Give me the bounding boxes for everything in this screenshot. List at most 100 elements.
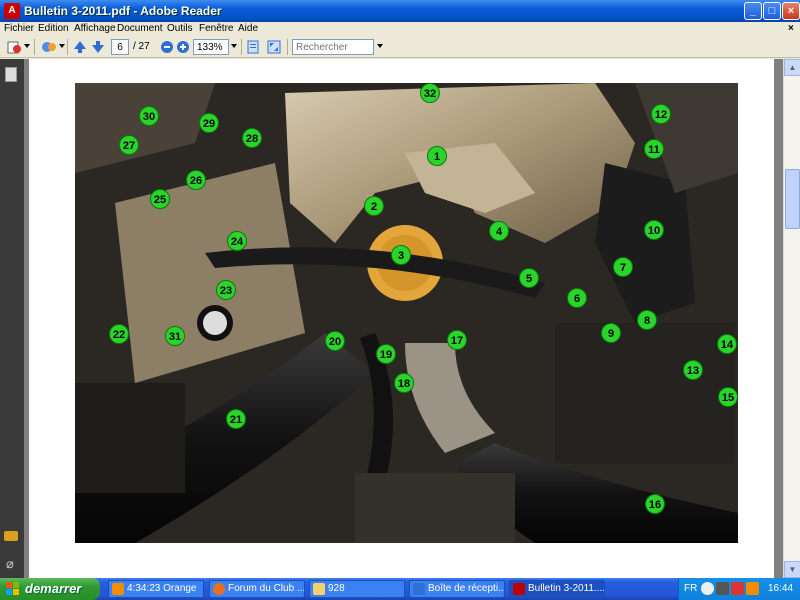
callout-11: 11	[644, 139, 664, 159]
scroll-thumb[interactable]	[785, 169, 800, 229]
callout-6: 6	[567, 288, 587, 308]
maximize-button[interactable]: □	[763, 2, 781, 20]
collaborate-icon[interactable]	[41, 39, 57, 55]
pdf-page: 1 2 3 4 5 6 7 8 9 10 11 12 13 14 15 16 1…	[29, 59, 774, 578]
callout-15: 15	[718, 387, 738, 407]
callout-28: 28	[242, 128, 262, 148]
callout-5: 5	[519, 268, 539, 288]
callout-22: 22	[109, 324, 129, 344]
menu-document[interactable]: Document	[117, 23, 163, 34]
callout-8: 8	[637, 310, 657, 330]
callout-25: 25	[150, 189, 170, 209]
toolbar-separator	[241, 39, 242, 55]
taskbar-item-firefox[interactable]: Forum du Club ...	[209, 580, 305, 598]
collaborate-dropdown-icon[interactable]	[59, 44, 65, 48]
zoom-in-icon[interactable]	[175, 39, 191, 55]
callout-14: 14	[717, 334, 737, 354]
mail-icon	[413, 583, 425, 595]
toolbar: / 27	[0, 36, 800, 58]
callout-30: 30	[139, 106, 159, 126]
taskbar-item-label: 928	[328, 583, 345, 594]
adobe-reader-icon	[513, 583, 525, 595]
search-input[interactable]	[292, 39, 374, 55]
title-bar[interactable]: A Bulletin 3-2011.pdf - Adobe Reader _ □…	[0, 0, 800, 22]
taskbar-item-mail[interactable]: Boîte de récepti...	[409, 580, 505, 598]
callout-24: 24	[227, 231, 247, 251]
callout-32: 32	[420, 83, 440, 103]
antivirus-icon[interactable]	[731, 582, 744, 595]
start-button[interactable]: demarrer	[0, 578, 100, 600]
previous-page-icon[interactable]	[72, 39, 88, 55]
taskbar-item-folder[interactable]: 928	[309, 580, 405, 598]
close-button[interactable]: ×	[782, 2, 800, 20]
taskbar-item-label: 4:34:23 Orange	[127, 583, 197, 594]
page-number-input[interactable]	[111, 39, 129, 55]
menu-edition[interactable]: Edition	[38, 23, 69, 34]
callout-31: 31	[165, 326, 185, 346]
callout-1: 1	[427, 146, 447, 166]
zoom-out-icon[interactable]	[159, 39, 175, 55]
menu-fichier[interactable]: Fichier	[4, 23, 34, 34]
adobe-reader-icon: A	[4, 3, 20, 19]
search-dropdown-icon[interactable]	[377, 44, 383, 48]
callout-17: 17	[447, 330, 467, 350]
callout-23: 23	[216, 280, 236, 300]
system-tray: FR 16:44	[678, 578, 800, 600]
callout-3: 3	[391, 245, 411, 265]
taskbar-item-orange[interactable]: 4:34:23 Orange	[108, 580, 204, 598]
orange-app-icon	[112, 583, 124, 595]
document-area[interactable]: 1 2 3 4 5 6 7 8 9 10 11 12 13 14 15 16 1…	[24, 59, 783, 578]
callout-9: 9	[601, 323, 621, 343]
scroll-down-icon[interactable]: ▼	[784, 561, 800, 578]
vertical-scrollbar[interactable]: ▲ ▼	[783, 59, 800, 578]
zoom-dropdown-icon[interactable]	[231, 44, 237, 48]
taskbar-item-label: Forum du Club ...	[228, 583, 305, 594]
toolbar-separator	[34, 39, 35, 55]
navigation-panel: ⌀	[0, 59, 24, 578]
export-dropdown-icon[interactable]	[24, 44, 30, 48]
attachments-panel-icon[interactable]: ⌀	[6, 556, 14, 572]
close-document-icon[interactable]: ×	[788, 23, 794, 34]
callout-26: 26	[186, 170, 206, 190]
callout-27: 27	[119, 135, 139, 155]
menu-outils[interactable]: Outils	[167, 23, 193, 34]
signatures-panel-icon[interactable]	[4, 531, 18, 541]
taskbar: demarrer 4:34:23 Orange Forum du Club ..…	[0, 578, 800, 600]
taskbar-item-adobe-reader[interactable]: Bulletin 3-2011....	[509, 580, 605, 598]
callout-16: 16	[645, 494, 665, 514]
firefox-icon	[213, 583, 225, 595]
menu-bar: Fichier Edition Affichage Document Outil…	[0, 22, 800, 36]
tray-app-icon[interactable]	[716, 582, 729, 595]
callout-2: 2	[364, 196, 384, 216]
menu-aide[interactable]: Aide	[238, 23, 258, 34]
language-indicator[interactable]: FR	[684, 583, 697, 594]
network-icon[interactable]	[701, 582, 714, 595]
toolbar-separator	[287, 39, 288, 55]
export-icon[interactable]	[6, 39, 22, 55]
callout-21: 21	[226, 409, 246, 429]
scroll-up-icon[interactable]: ▲	[784, 59, 800, 76]
fit-page-icon[interactable]	[245, 39, 261, 55]
page-total: / 27	[133, 41, 150, 52]
menu-fenetre[interactable]: Fenêtre	[199, 23, 233, 34]
toolbar-separator	[67, 39, 68, 55]
callout-20: 20	[325, 331, 345, 351]
next-page-icon[interactable]	[90, 39, 106, 55]
start-label: demarrer	[25, 581, 82, 596]
callout-4: 4	[489, 221, 509, 241]
window-title: Bulletin 3-2011.pdf - Adobe Reader	[24, 4, 222, 18]
callout-29: 29	[199, 113, 219, 133]
taskbar-item-label: Bulletin 3-2011....	[528, 583, 605, 594]
full-screen-icon[interactable]	[266, 39, 282, 55]
minimize-button[interactable]: _	[744, 2, 762, 20]
callout-7: 7	[613, 257, 633, 277]
callout-19: 19	[376, 344, 396, 364]
menu-affichage[interactable]: Affichage	[74, 23, 116, 34]
callout-12: 12	[651, 104, 671, 124]
callout-13: 13	[683, 360, 703, 380]
callout-18: 18	[394, 373, 414, 393]
zoom-level-input[interactable]	[193, 39, 229, 55]
windows-logo-icon	[6, 582, 19, 595]
pages-panel-icon[interactable]	[5, 67, 17, 82]
orange-tray-icon[interactable]	[746, 582, 759, 595]
